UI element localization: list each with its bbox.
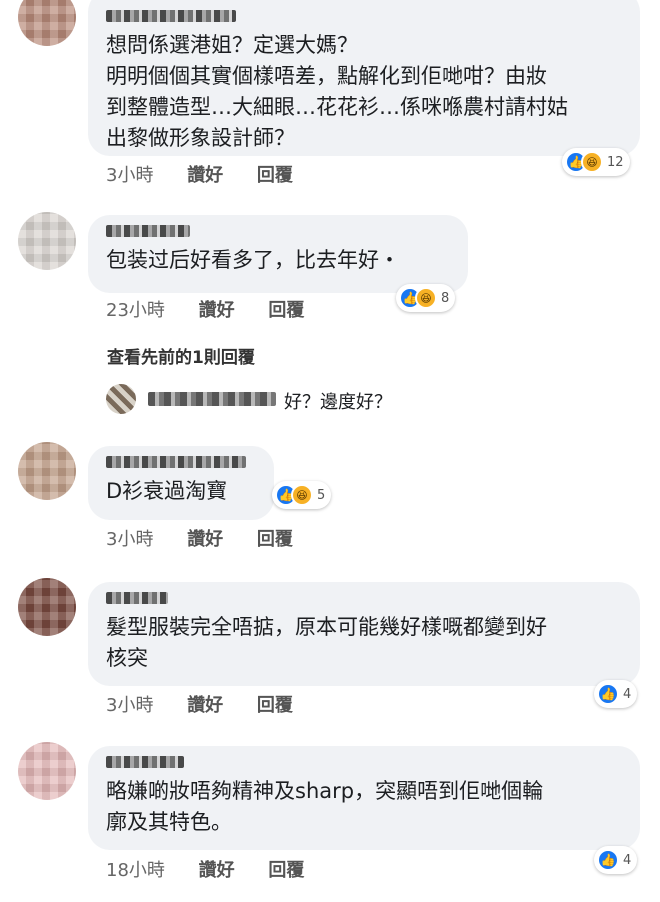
comment-meta: 23小時 讚好 回覆 [106,296,332,322]
haha-reaction-icon: 😆 [415,287,437,309]
reaction-summary[interactable]: 👍 😆 8 [396,284,456,312]
reply-text: 好？邊度好？ [284,392,392,413]
comment-text: 略嫌啲妝唔夠精神及sharp，突顯唔到佢哋個輪 廓及其特色。 [106,779,544,834]
comment-text: 髮型服裝完全唔掂，原本可能幾好樣嘅都變到好 核突 [106,615,547,670]
reaction-count: 8 [441,290,450,306]
timestamp: 3小時 [106,529,154,550]
like-button[interactable]: 讚好 [199,860,235,881]
reply-button[interactable]: 回覆 [268,860,304,881]
reply-button[interactable]: 回覆 [257,695,293,716]
timestamp: 3小時 [106,695,154,716]
timestamp: 18小時 [106,860,165,881]
reaction-summary[interactable]: 👍 😆 5 [272,481,332,509]
reply-button[interactable]: 回覆 [257,165,293,186]
haha-reaction-icon: 😆 [581,151,603,173]
reply-button[interactable]: 回覆 [268,300,304,321]
author-name-blurred[interactable] [106,225,190,237]
reaction-count: 4 [623,852,632,868]
timestamp: 23小時 [106,300,165,321]
avatar[interactable] [18,442,76,500]
reaction-count: 4 [623,686,632,702]
author-name-blurred[interactable] [106,10,236,22]
like-button[interactable]: 讚好 [187,529,223,550]
like-button[interactable]: 讚好 [199,300,235,321]
avatar[interactable] [18,742,76,800]
comment-meta: 3小時 讚好 回覆 [106,161,321,187]
comment-text: 想問係選港姐？定選大媽？ 明明個個其實個樣唔差，點解化到佢哋咁？由妝 到整體造型… [106,33,568,150]
comment-bubble: D衫衰過淘寶 [88,446,274,520]
reaction-summary[interactable]: 👍 4 [594,846,638,874]
comment-meta: 3小時 讚好 回覆 [106,691,321,717]
reaction-count: 5 [317,487,326,503]
haha-reaction-icon: 😆 [291,484,313,506]
timestamp: 3小時 [106,165,154,186]
comment-bubble: 髮型服裝完全唔掂，原本可能幾好樣嘅都變到好 核突 [88,582,640,686]
comment-bubble: 想問係選港姐？定選大媽？ 明明個個其實個樣唔差，點解化到佢哋咁？由妝 到整體造型… [88,0,640,156]
reaction-summary[interactable]: 👍 😆 12 [562,148,630,176]
view-previous-replies-link[interactable]: 查看先前的1則回覆 [107,343,255,368]
author-name-blurred[interactable] [106,456,246,468]
comment-text: D衫衰過淘寶 [106,479,228,503]
avatar[interactable] [18,578,76,636]
comment-bubble: 包装过后好看多了，比去年好・ [88,215,468,293]
reaction-count: 12 [607,154,624,170]
like-button[interactable]: 讚好 [187,695,223,716]
author-name-blurred[interactable] [148,392,276,406]
like-reaction-icon: 👍 [597,683,619,705]
like-button[interactable]: 讚好 [187,165,223,186]
comment-text: 包装过后好看多了，比去年好・ [106,248,400,272]
avatar[interactable] [18,212,76,270]
like-reaction-icon: 👍 [597,849,619,871]
reply-button[interactable]: 回覆 [257,529,293,550]
avatar[interactable] [106,384,136,414]
comment-meta: 18小時 讚好 回覆 [106,856,332,882]
comment-meta: 3小時 讚好 回覆 [106,525,321,551]
reaction-summary[interactable]: 👍 4 [594,680,638,708]
author-name-blurred[interactable] [106,592,168,604]
comment-bubble: 略嫌啲妝唔夠精神及sharp，突顯唔到佢哋個輪 廓及其特色。 [88,746,640,850]
avatar[interactable] [18,0,76,46]
author-name-blurred[interactable] [106,756,184,768]
